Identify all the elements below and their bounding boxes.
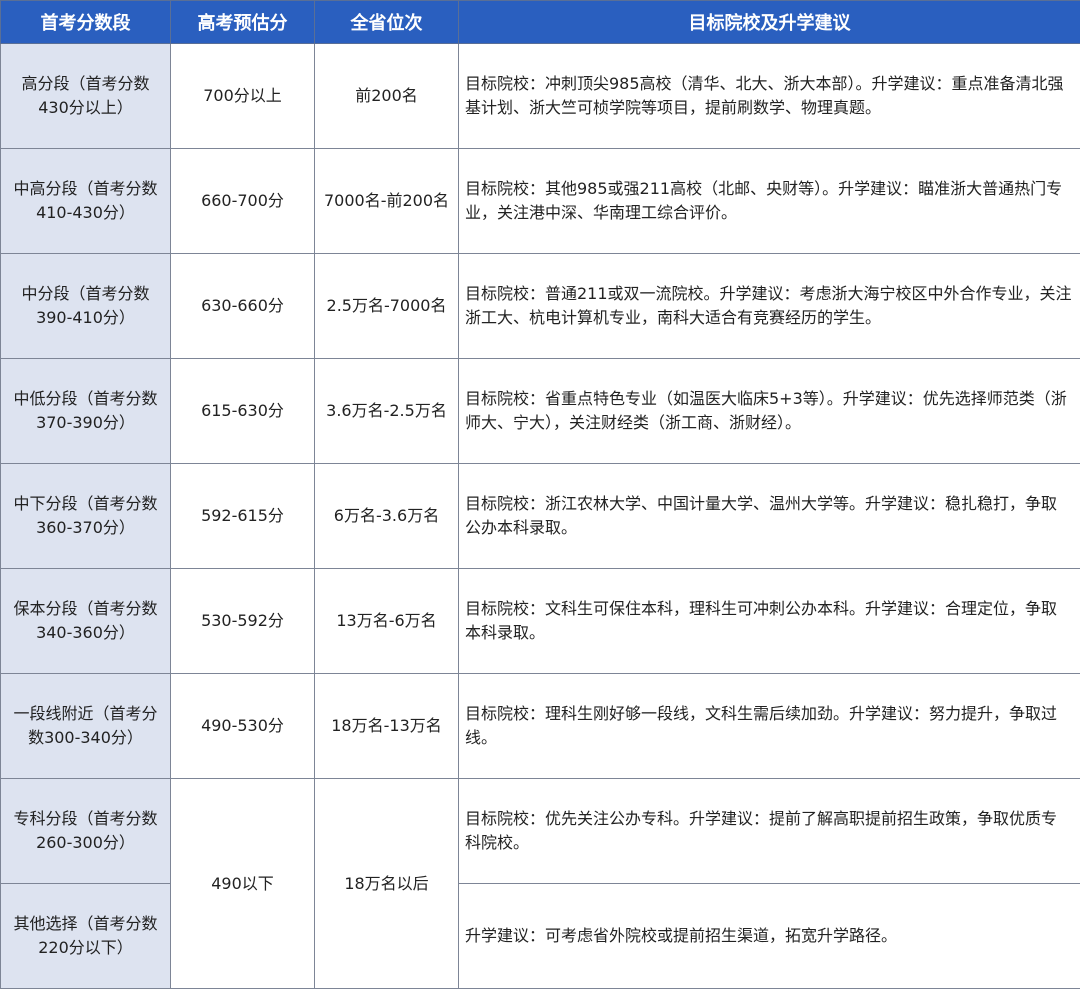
advice-cell: 目标院校：优先关注公办专科。升学建议：提前了解高职提前招生政策，争取优质专科院校… <box>458 778 1080 884</box>
header-province-rank: 全省位次 <box>314 0 459 44</box>
advice-cell: 目标院校：理科生刚好够一段线，文科生需后续加劲。升学建议：努力提升，争取过线。 <box>458 673 1080 779</box>
estimated-score-cell: 490以下 <box>170 778 315 989</box>
province-rank-cell: 6万名-3.6万名 <box>314 463 459 569</box>
advice-cell: 目标院校：文科生可保住本科，理科生可冲刺公办本科。升学建议：合理定位，争取本科录… <box>458 568 1080 674</box>
province-rank-cell: 18万名-13万名 <box>314 673 459 779</box>
province-rank-cell: 2.5万名-7000名 <box>314 253 459 359</box>
score-band-cell: 中下分段（首考分数360-370分） <box>0 463 171 569</box>
score-band-cell: 专科分段（首考分数260-300分） <box>0 778 171 884</box>
province-rank-cell: 前200名 <box>314 43 459 149</box>
advice-cell: 目标院校：省重点特色专业（如温医大临床5+3等）。升学建议：优先选择师范类（浙师… <box>458 358 1080 464</box>
table-row: 保本分段（首考分数340-360分） 530-592分 13万名-6万名 目标院… <box>0 568 1080 674</box>
score-band-cell: 中高分段（首考分数410-430分） <box>0 148 171 254</box>
header-score-band: 首考分数段 <box>0 0 171 44</box>
table-row: 一段线附近（首考分数300-340分） 490-530分 18万名-13万名 目… <box>0 673 1080 779</box>
advice-cell: 升学建议：可考虑省外院校或提前招生渠道，拓宽升学路径。 <box>458 883 1080 989</box>
table-row: 中下分段（首考分数360-370分） 592-615分 6万名-3.6万名 目标… <box>0 463 1080 569</box>
score-band-cell: 一段线附近（首考分数300-340分） <box>0 673 171 779</box>
score-band-cell: 中低分段（首考分数370-390分） <box>0 358 171 464</box>
table-row: 中低分段（首考分数370-390分） 615-630分 3.6万名-2.5万名 … <box>0 358 1080 464</box>
advice-cell: 目标院校：冲刺顶尖985高校（清华、北大、浙大本部）。升学建议：重点准备清北强基… <box>458 43 1080 149</box>
province-rank-cell: 7000名-前200名 <box>314 148 459 254</box>
estimated-score-cell: 490-530分 <box>170 673 315 779</box>
advice-cell: 目标院校：浙江农林大学、中国计量大学、温州大学等。升学建议：稳扎稳打，争取公办本… <box>458 463 1080 569</box>
score-rank-table: 首考分数段 高考预估分 全省位次 目标院校及升学建议 高分段（首考分数430分以… <box>0 0 1080 989</box>
table-row: 中分段（首考分数390-410分） 630-660分 2.5万名-7000名 目… <box>0 253 1080 359</box>
estimated-score-cell: 592-615分 <box>170 463 315 569</box>
province-rank-cell: 13万名-6万名 <box>314 568 459 674</box>
table-row: 中高分段（首考分数410-430分） 660-700分 7000名-前200名 … <box>0 148 1080 254</box>
estimated-score-cell: 630-660分 <box>170 253 315 359</box>
header-row: 首考分数段 高考预估分 全省位次 目标院校及升学建议 <box>0 0 1080 44</box>
score-band-cell: 保本分段（首考分数340-360分） <box>0 568 171 674</box>
table-row: 其他选择（首考分数220分以下） 升学建议：可考虑省外院校或提前招生渠道，拓宽升… <box>0 883 1080 989</box>
province-rank-cell: 3.6万名-2.5万名 <box>314 358 459 464</box>
estimated-score-cell: 530-592分 <box>170 568 315 674</box>
header-target-advice: 目标院校及升学建议 <box>458 0 1080 44</box>
estimated-score-cell: 700分以上 <box>170 43 315 149</box>
score-band-cell: 其他选择（首考分数220分以下） <box>0 883 171 989</box>
header-estimated-score: 高考预估分 <box>170 0 315 44</box>
score-band-cell: 高分段（首考分数430分以上） <box>0 43 171 149</box>
advice-cell: 目标院校：普通211或双一流院校。升学建议：考虑浙大海宁校区中外合作专业，关注浙… <box>458 253 1080 359</box>
estimated-score-cell: 660-700分 <box>170 148 315 254</box>
advice-cell: 目标院校：其他985或强211高校（北邮、央财等）。升学建议：瞄准浙大普通热门专… <box>458 148 1080 254</box>
province-rank-cell: 18万名以后 <box>314 778 459 989</box>
estimated-score-cell: 615-630分 <box>170 358 315 464</box>
table-row: 高分段（首考分数430分以上） 700分以上 前200名 目标院校：冲刺顶尖98… <box>0 43 1080 149</box>
table-row: 专科分段（首考分数260-300分） 490以下 18万名以后 目标院校：优先关… <box>0 778 1080 989</box>
score-band-cell: 中分段（首考分数390-410分） <box>0 253 171 359</box>
